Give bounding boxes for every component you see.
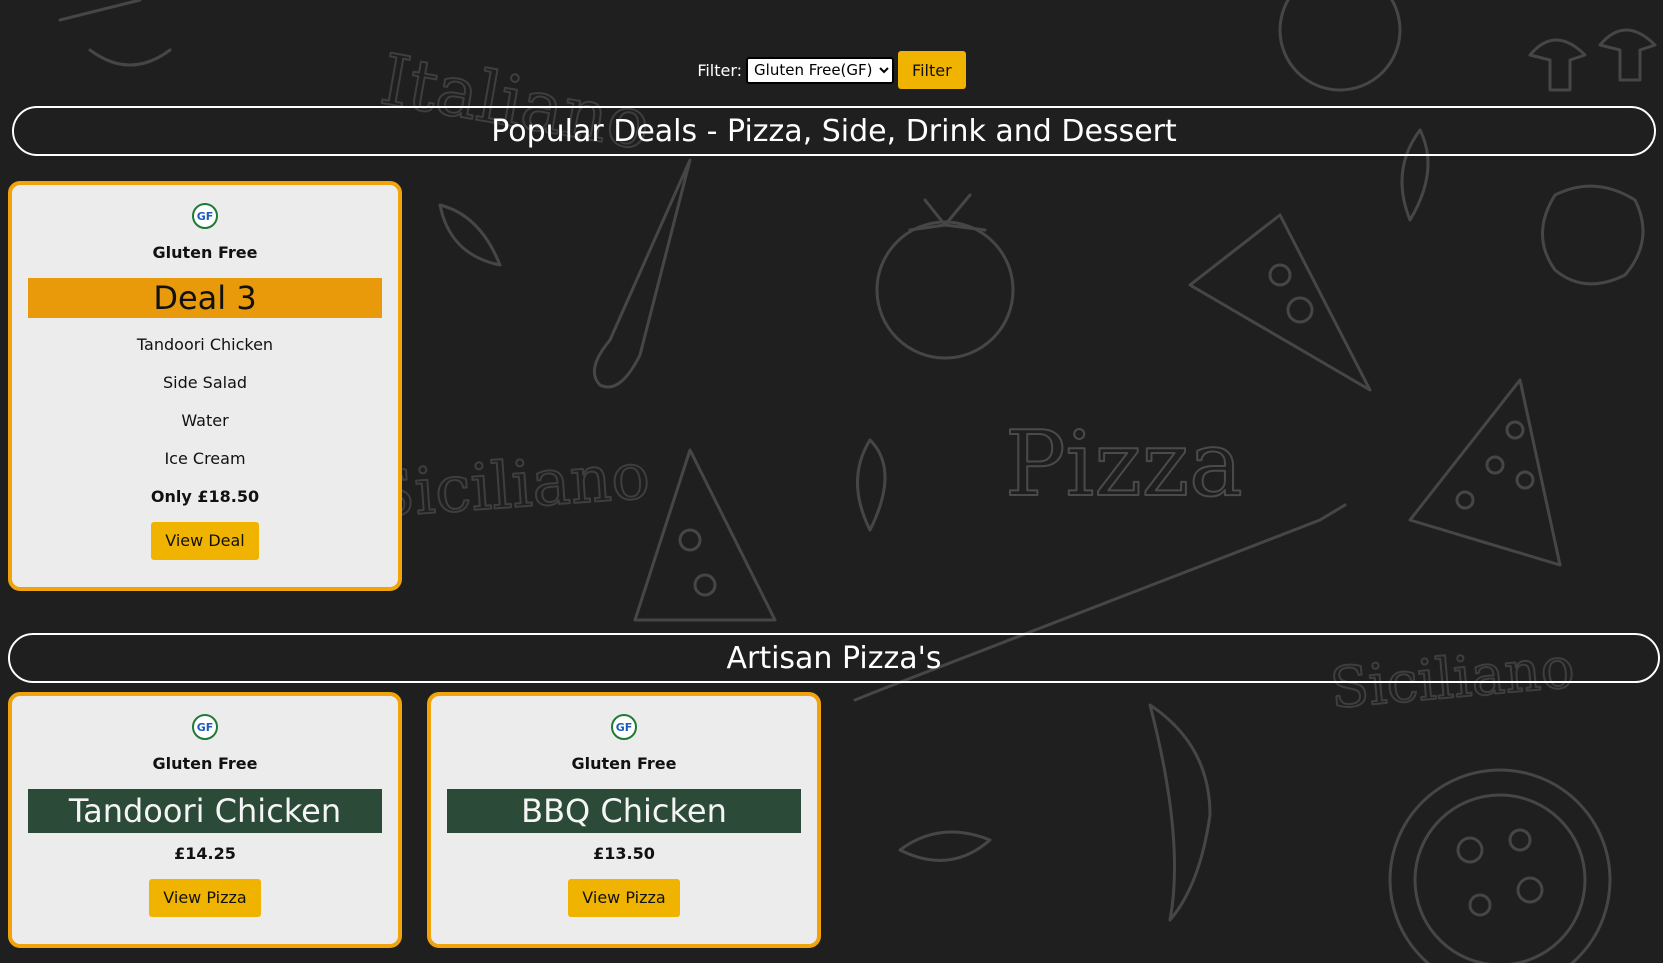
deal-button-wrapper: View Deal — [12, 522, 398, 560]
pizza-button-wrapper: View Pizza — [12, 879, 398, 917]
view-pizza-button[interactable]: View Pizza — [149, 879, 261, 917]
deal-title: Deal 3 — [28, 278, 382, 318]
section-title-artisan-pizzas: Artisan Pizza's — [8, 633, 1660, 683]
gf-icon: GF — [192, 714, 218, 740]
pizza-card: GF Gluten Free Tandoori Chicken £14.25 V… — [8, 692, 402, 948]
view-deal-button[interactable]: View Deal — [151, 522, 259, 560]
pizza-title: Tandoori Chicken — [28, 789, 382, 833]
gf-badge: GF — [12, 696, 398, 740]
deal-item: Side Salad — [162, 373, 248, 392]
pizza-title: BBQ Chicken — [447, 789, 801, 833]
gf-badge: GF — [12, 185, 398, 229]
filter-button[interactable]: Filter — [898, 51, 966, 89]
deal-price: Only £18.50 — [150, 487, 260, 506]
gf-icon: GF — [192, 203, 218, 229]
deal-item: Ice Cream — [164, 449, 246, 468]
filter-label: Filter: — [697, 60, 743, 80]
pizza-price: £13.50 — [593, 844, 655, 863]
pizza-button-wrapper: View Pizza — [431, 879, 817, 917]
filter-select[interactable]: Gluten Free(GF) — [746, 56, 895, 84]
deal-card: GF Gluten Free Deal 3 Tandoori Chicken S… — [8, 181, 402, 591]
pizza-price: £14.25 — [174, 844, 236, 863]
pizza-card: GF Gluten Free BBQ Chicken £13.50 View P… — [427, 692, 821, 948]
gf-badge: GF — [431, 696, 817, 740]
gluten-free-label: Gluten Free — [152, 243, 258, 262]
gluten-free-label: Gluten Free — [152, 754, 258, 773]
gf-icon: GF — [611, 714, 637, 740]
view-pizza-button[interactable]: View Pizza — [568, 879, 680, 917]
deal-item: Water — [181, 411, 229, 430]
gluten-free-label: Gluten Free — [571, 754, 677, 773]
filter-bar: Filter: Gluten Free(GF) Filter — [0, 51, 1663, 89]
section-title-popular-deals: Popular Deals - Pizza, Side, Drink and D… — [12, 106, 1656, 156]
page-content: Filter: Gluten Free(GF) Filter Popular D… — [0, 0, 1663, 963]
deal-item: Tandoori Chicken — [136, 335, 274, 354]
